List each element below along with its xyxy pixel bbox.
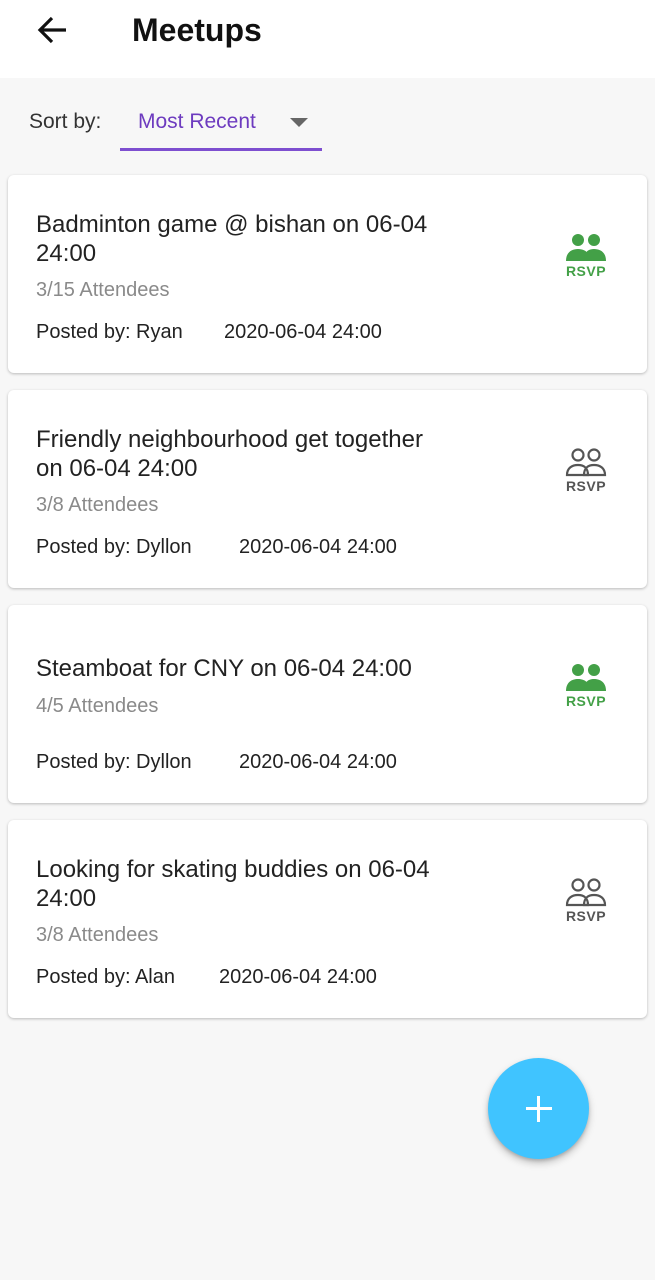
rsvp-button[interactable]: RSVP (560, 233, 612, 289)
rsvp-label: RSVP (565, 908, 607, 924)
sort-label: Sort by: (29, 110, 102, 133)
meetup-attendees: 4/5 Attendees (36, 695, 159, 717)
meetup-date: 2020-06-04 24:00 (224, 321, 382, 343)
meetup-posted-by: Posted by: Ryan (36, 321, 183, 343)
arrow-left-icon (37, 16, 66, 44)
meetup-title: Steamboat for CNY on 06-04 24:00 (36, 655, 412, 682)
meetup-attendees: 3/8 Attendees (36, 494, 159, 516)
app-bar: Meetups (0, 0, 655, 78)
meetup-attendees: 3/15 Attendees (36, 279, 170, 301)
sort-row: Sort by: Most Recent (0, 96, 655, 156)
page-title: Meetups (132, 12, 262, 48)
plus-icon-vertical (537, 1096, 540, 1122)
rsvp-button[interactable]: RSVP (560, 448, 612, 504)
meetup-card[interactable]: Friendly neighbourhood get together on 0… (8, 390, 647, 588)
meetup-card[interactable]: Looking for skating buddies on 06-04 24:… (8, 820, 647, 1018)
sort-dropdown[interactable]: Most Recent (120, 96, 322, 152)
rsvp-button[interactable]: RSVP (560, 878, 612, 934)
meetup-posted-by: Posted by: Dyllon (36, 536, 192, 558)
meetup-title: Badminton game @ bishan on 06-04 24:00 (36, 211, 428, 267)
meetup-attendees: 3/8 Attendees (36, 924, 159, 946)
caret-down-icon (290, 118, 308, 127)
rsvp-label: RSVP (565, 263, 607, 279)
people-filled-icon (566, 664, 606, 691)
rsvp-button[interactable]: RSVP (560, 663, 612, 719)
meetup-date: 2020-06-04 24:00 (239, 751, 397, 773)
meetup-title: Friendly neighbourhood get together on 0… (36, 426, 423, 482)
people-outline-icon (565, 448, 607, 477)
meetup-card[interactable]: Steamboat for CNY on 06-04 24:00 4/5 Att… (8, 605, 647, 803)
meetup-card[interactable]: Badminton game @ bishan on 06-04 24:00 3… (8, 175, 647, 373)
add-meetup-button[interactable] (488, 1058, 589, 1159)
meetup-posted-by: Posted by: Dyllon (36, 751, 192, 773)
meetup-title: Looking for skating buddies on 06-04 24:… (36, 856, 430, 912)
sort-underline (120, 148, 322, 151)
people-outline-icon (565, 878, 607, 907)
rsvp-label: RSVP (565, 693, 607, 709)
people-filled-icon (566, 234, 606, 261)
meetup-date: 2020-06-04 24:00 (219, 966, 377, 988)
sort-selected-value: Most Recent (138, 110, 256, 133)
meetup-posted-by: Posted by: Alan (36, 966, 175, 988)
rsvp-label: RSVP (565, 478, 607, 494)
back-button[interactable] (32, 10, 72, 50)
meetup-date: 2020-06-04 24:00 (239, 536, 397, 558)
